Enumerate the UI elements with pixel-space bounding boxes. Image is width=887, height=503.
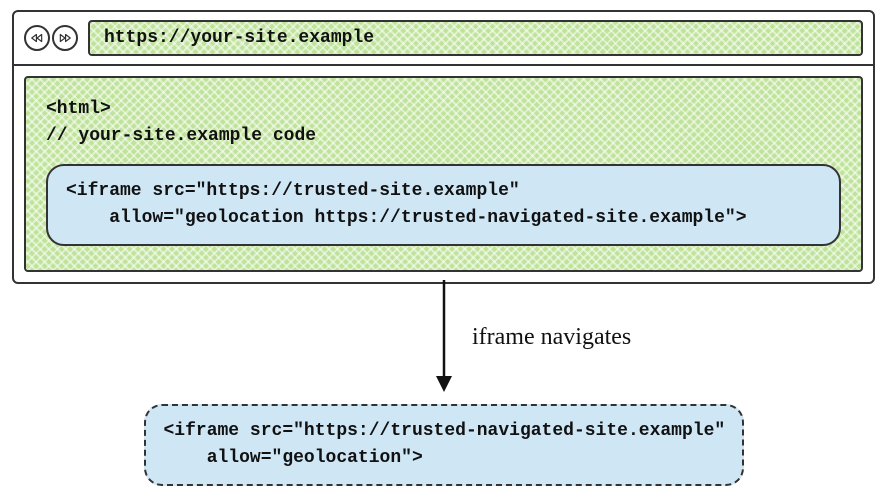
arrow-area: iframe navigates	[12, 284, 875, 404]
page-code: <html> // your-site.example code	[46, 96, 841, 150]
back-button[interactable]	[24, 25, 50, 51]
forward-button[interactable]	[52, 25, 78, 51]
iframe-after-box: <iframe src="https://trusted-navigated-s…	[144, 404, 744, 486]
iframe-before-box: <iframe src="https://trusted-site.exampl…	[46, 164, 841, 246]
iframe-before-line1: <iframe src="https://trusted-site.exampl…	[66, 181, 520, 201]
nav-button-group	[24, 25, 78, 51]
html-open-tag: <html>	[46, 99, 111, 119]
fast-forward-icon	[58, 31, 72, 45]
iframe-before-line2: allow="geolocation https://trusted-navig…	[66, 208, 747, 228]
iframe-after-line2: allow="geolocation">	[164, 448, 423, 468]
iframe-after-line1: <iframe src="https://trusted-navigated-s…	[164, 421, 726, 441]
rewind-icon	[30, 31, 44, 45]
address-url: https://your-site.example	[104, 28, 374, 48]
navigation-arrow	[432, 280, 462, 398]
browser-toolbar: https://your-site.example	[14, 12, 873, 66]
arrow-label: iframe navigates	[472, 324, 631, 351]
page-comment: // your-site.example code	[46, 126, 316, 146]
page-viewport: <html> // your-site.example code <iframe…	[24, 76, 863, 272]
browser-window: https://your-site.example <html> // your…	[12, 10, 875, 284]
address-bar[interactable]: https://your-site.example	[88, 20, 863, 56]
